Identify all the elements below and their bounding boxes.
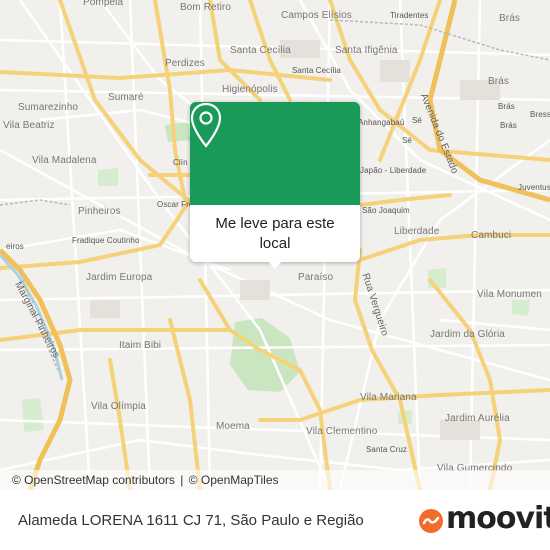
popup-header[interactable] [190, 102, 360, 205]
map-label: Vila Beatriz [3, 120, 55, 131]
map-label: Juventus [518, 183, 550, 192]
map-label: Oscar Fre [157, 200, 194, 209]
map-label: Sumarezinho [18, 102, 79, 113]
map-label: Jardim Europa [86, 272, 153, 283]
map-label: eiros [6, 242, 24, 251]
map-label: Tiradentes [390, 11, 429, 20]
map-label: Santa Ifigênia [335, 45, 398, 56]
map-label: Jardim Aurélia [445, 413, 510, 424]
map-label: Bom Retiro [180, 2, 232, 13]
map-label: Vila Mariana [360, 392, 417, 403]
address-title: Alameda LORENA 1611 CJ 71, São Paulo e R… [18, 512, 364, 529]
map-label: Vila Olímpia [91, 401, 146, 412]
popup-action-label[interactable]: Me leve para este local [200, 214, 350, 254]
map-label: Perdizes [165, 58, 205, 69]
map-attribution: © OpenStreetMap contributors | © OpenMap… [0, 470, 550, 490]
map-label: Vila Monumen [477, 289, 542, 300]
map-label: Santa Cecília [292, 66, 341, 75]
map-label: Pompéia [83, 0, 124, 8]
moovit-logo-text: moovit [446, 501, 550, 536]
osm-attribution-link[interactable]: © OpenStreetMap contributors [12, 473, 175, 487]
map-label: Brás [498, 102, 515, 111]
map-label: Sé [412, 116, 422, 125]
map-label: Clín [173, 158, 188, 167]
omt-attribution-link[interactable]: © OpenMapTiles [189, 473, 279, 487]
map-label: Vila Madalena [32, 155, 97, 166]
map-label: Campos Elísios [281, 10, 352, 21]
map-label: Pinheiros [78, 206, 121, 217]
map-label: São Joaquim [362, 206, 410, 215]
location-popup[interactable]: Me leve para este local [190, 102, 360, 269]
map-label: Anhangabaú [358, 118, 405, 127]
map-label: Paraíso [298, 272, 334, 283]
map[interactable]: Pompéia Campos Elísios Bom Retiro Tirade… [0, 0, 550, 490]
map-label: Santa Cecília [230, 45, 291, 56]
map-label: Brás [488, 76, 509, 87]
map-label: Itaim Bibi [119, 340, 162, 351]
map-label: Bress [530, 110, 550, 119]
map-label: Brás [499, 13, 520, 24]
map-label: Japão - Liberdade [360, 166, 427, 175]
map-label: Santa Cruz [366, 445, 408, 454]
map-label: Jardim da Glória [430, 329, 505, 340]
map-label: Fradique Coutinho [72, 236, 140, 245]
map-label: Brás [500, 121, 517, 130]
moovit-logo-icon [419, 509, 443, 533]
map-label: Sumaré [108, 92, 144, 103]
popup-action[interactable]: Me leve para este local [190, 205, 360, 262]
map-label: Sé [402, 136, 412, 145]
popup-pointer [268, 261, 282, 269]
location-pin-icon [190, 102, 222, 148]
map-label: Higienópolis [222, 84, 278, 95]
footer: Alameda LORENA 1611 CJ 71, São Paulo e R… [0, 490, 550, 550]
map-label: Moema [216, 421, 250, 432]
map-label: Liberdade [394, 226, 440, 237]
attribution-separator: | [180, 473, 184, 487]
map-label: Cambuci [471, 230, 512, 241]
map-label: Vila Clementino [306, 426, 378, 437]
